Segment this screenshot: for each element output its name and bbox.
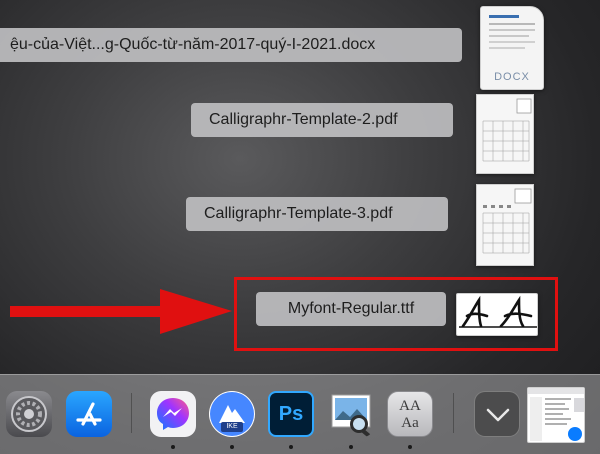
font-book-icon[interactable]: AA Aa (387, 391, 433, 437)
running-indicator (349, 445, 353, 449)
running-indicator (289, 445, 293, 449)
dock: IKE Ps AA Aa (0, 374, 600, 454)
gear-icon[interactable] (6, 391, 52, 437)
screenshot-thumbnail[interactable] (527, 387, 585, 443)
photoshop-icon[interactable]: Ps (268, 391, 314, 437)
running-indicator (408, 445, 412, 449)
photoshop-glyph: Ps (278, 403, 304, 425)
font-book-glyph: AA Aa (399, 398, 421, 431)
preview-icon[interactable] (328, 391, 374, 437)
nordvpn-icon[interactable]: IKE (209, 391, 255, 437)
chevron-down-icon[interactable] (474, 391, 520, 437)
nordvpn-badge: IKE (221, 422, 243, 432)
app-store-icon[interactable] (66, 391, 112, 437)
dock-separator (453, 393, 454, 433)
messenger-icon[interactable] (150, 391, 196, 437)
dock-separator (131, 393, 132, 433)
running-indicator (171, 445, 175, 449)
running-indicator (230, 445, 234, 449)
